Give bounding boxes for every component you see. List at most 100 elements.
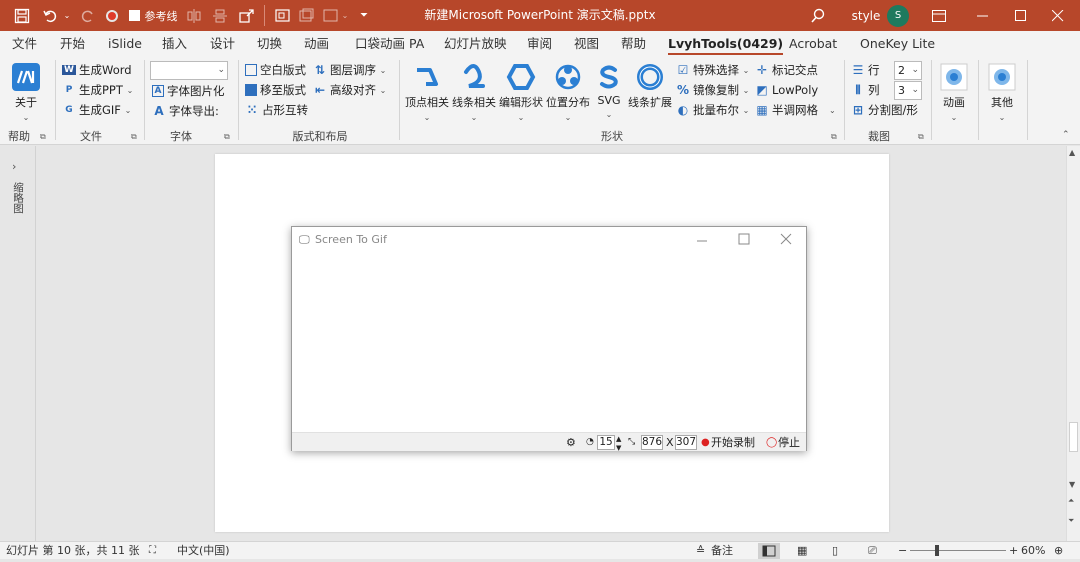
other-button[interactable]: 其他 ⌄	[985, 62, 1019, 123]
tab-help[interactable]: 帮助	[621, 31, 646, 56]
edit-shape-button[interactable]: 编辑形状 ⌄	[498, 62, 544, 123]
tab-file[interactable]: 文件	[12, 31, 37, 56]
font-to-image-button[interactable]: A 字体图片化	[152, 82, 225, 100]
vertex-button[interactable]: 顶点相关 ⌄	[404, 62, 450, 123]
notes-button[interactable]: 备注	[711, 542, 733, 560]
accessibility-icon[interactable]: ⛶	[149, 542, 156, 560]
close-button[interactable]	[1036, 0, 1080, 31]
save-icon[interactable]	[10, 0, 34, 31]
generate-word-button[interactable]: W 生成Word	[62, 61, 132, 79]
height-input[interactable]: 307	[675, 435, 697, 450]
position-distribute-button[interactable]: 位置分布 ⌄	[545, 62, 591, 123]
svg-button[interactable]: SVG ⌄	[592, 62, 626, 120]
screenshot-icon[interactable]	[272, 0, 292, 31]
tab-home[interactable]: 开始	[60, 31, 85, 56]
rows-select[interactable]: 2 ⌄	[894, 61, 922, 80]
tab-view[interactable]: 视图	[574, 31, 599, 56]
special-select-button[interactable]: ☑ 特殊选择 ⌄	[676, 61, 750, 79]
blank-layout-button[interactable]: 空白版式	[245, 61, 306, 79]
tab-review[interactable]: 审阅	[527, 31, 552, 56]
zoom-level[interactable]: 60%	[1021, 542, 1045, 560]
thumbnail-label[interactable]: 缩略图	[11, 182, 26, 214]
generate-ppt-button[interactable]: P 生成PPT ⌄	[62, 81, 134, 99]
fit-to-window-icon[interactable]: ⊕	[1054, 542, 1063, 560]
customize-qat-icon[interactable]: ⏷	[356, 0, 372, 31]
tab-animations[interactable]: 动画	[304, 31, 329, 56]
slide-copy-icon[interactable]	[296, 0, 316, 31]
mark-intersection-button[interactable]: ✛ 标记交点	[755, 61, 818, 79]
previous-slide-icon[interactable]: ⏶	[1068, 496, 1074, 506]
batch-boolean-button[interactable]: ◐ 批量布尔 ⌄	[676, 101, 750, 119]
split-button[interactable]: ⊞ 分割图/形	[851, 101, 918, 119]
redo-icon[interactable]	[76, 0, 98, 31]
slideshow-icon[interactable]: ⎚	[868, 542, 877, 560]
screen-to-gif-window[interactable]: 🖵 Screen To Gif ⚙ ◔ 15 ▲ ▼ ⤡ 876 X 307 ● …	[291, 226, 807, 454]
placeholder-convert-button[interactable]: ⁙ 占形互转	[245, 101, 308, 119]
vertical-scrollbar[interactable]: ▲ ▼ ⏶ ⏷	[1066, 146, 1080, 541]
scroll-up-icon[interactable]: ▲	[1069, 148, 1075, 157]
tab-pocket-animation[interactable]: 口袋动画 PA	[355, 31, 424, 56]
mirror-copy-button[interactable]: % 镜像复制 ⌄	[676, 81, 749, 99]
gif-settings-icon[interactable]: ⚙	[566, 433, 576, 452]
normal-view-button[interactable]	[758, 543, 780, 559]
start-record-button[interactable]: 开始录制	[711, 433, 755, 452]
gif-maximize-button[interactable]	[738, 233, 750, 248]
scrollbar-thumb[interactable]	[1069, 422, 1078, 452]
gif-title-bar[interactable]: 🖵 Screen To Gif	[292, 227, 806, 253]
undo-icon[interactable]	[40, 0, 62, 31]
group-launcher-icon[interactable]: ⧉	[918, 132, 924, 142]
tab-islide[interactable]: iSlide	[108, 31, 142, 56]
fps-stepper[interactable]: ▲ ▼	[616, 435, 621, 454]
undo-dropdown-icon[interactable]: ⌄	[62, 0, 72, 31]
line-expand-button[interactable]: 线条扩展	[627, 62, 673, 110]
about-button[interactable]: 关于 ⌄	[8, 62, 44, 123]
halftone-grid-button[interactable]: ▦ 半调网格 ⌄	[755, 101, 835, 119]
tab-acrobat[interactable]: Acrobat	[789, 31, 837, 56]
group-launcher-icon[interactable]: ⧉	[40, 132, 46, 142]
tab-transitions[interactable]: 切换	[257, 31, 282, 56]
layer-order-button[interactable]: ⇅ 图层调序 ⌄	[313, 61, 386, 79]
reading-view-icon[interactable]: ▯	[832, 542, 838, 560]
tab-lvyhtools[interactable]: LvyhTools(0429)	[668, 31, 784, 56]
avatar[interactable]: S	[887, 0, 909, 31]
font-export-button[interactable]: A 字体导出:	[152, 102, 219, 120]
tab-slideshow[interactable]: 幻灯片放映	[444, 31, 507, 56]
collapse-ribbon-icon[interactable]: ⌃	[1062, 130, 1070, 140]
group-launcher-icon[interactable]: ⧉	[224, 132, 230, 142]
align-center-icon[interactable]	[184, 0, 204, 31]
next-slide-icon[interactable]: ⏷	[1068, 516, 1074, 526]
zoom-slider-thumb[interactable]	[935, 545, 939, 556]
expand-panel-icon[interactable]: ›	[12, 160, 16, 173]
tab-insert[interactable]: 插入	[162, 31, 187, 56]
align-middle-icon[interactable]	[210, 0, 230, 31]
ribbon-display-icon[interactable]	[928, 0, 950, 31]
zoom-slider[interactable]	[910, 545, 1006, 556]
slide-layout-icon[interactable]	[320, 0, 340, 31]
font-combo[interactable]: ⌄	[150, 61, 228, 80]
advanced-align-button[interactable]: ⇤ 高级对齐 ⌄	[313, 81, 386, 99]
export-icon[interactable]	[236, 0, 258, 31]
animation-button[interactable]: 动画 ⌄	[937, 62, 971, 123]
tab-design[interactable]: 设计	[210, 31, 235, 56]
group-launcher-icon[interactable]: ⧉	[831, 132, 837, 142]
gif-close-button[interactable]	[780, 233, 792, 248]
tab-onekey-lite[interactable]: OneKey Lite	[860, 31, 935, 56]
lowpoly-button[interactable]: ◩ LowPoly	[755, 81, 818, 99]
scroll-down-icon[interactable]: ▼	[1069, 480, 1075, 489]
guides-checkbox[interactable]	[127, 0, 141, 31]
search-icon[interactable]	[806, 0, 830, 31]
record-icon[interactable]	[102, 0, 122, 31]
fps-input[interactable]: 15	[597, 435, 615, 450]
zoom-out-button[interactable]: −	[898, 542, 907, 560]
line-button[interactable]: 线条相关 ⌄	[451, 62, 497, 123]
stop-button[interactable]: 停止	[778, 433, 800, 452]
gif-minimize-button[interactable]	[696, 234, 708, 248]
cols-select[interactable]: 3 ⌄	[894, 81, 922, 100]
layout-dropdown-icon[interactable]: ⌄	[340, 0, 350, 31]
generate-gif-button[interactable]: G 生成GIF ⌄	[62, 101, 131, 119]
move-to-layout-button[interactable]: 移至版式	[245, 81, 306, 99]
group-launcher-icon[interactable]: ⧉	[131, 132, 137, 142]
width-input[interactable]: 876	[641, 435, 663, 450]
zoom-in-button[interactable]: +	[1009, 542, 1018, 560]
slide-sorter-icon[interactable]: ▦	[797, 542, 807, 560]
